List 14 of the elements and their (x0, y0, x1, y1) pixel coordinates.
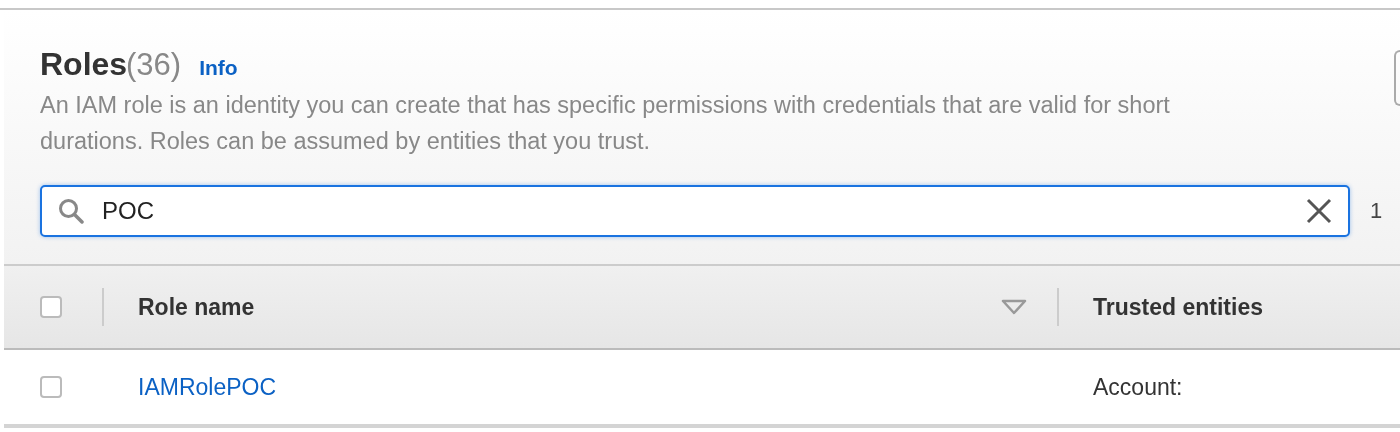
role-link[interactable]: IAMRolePOC (138, 373, 277, 401)
table-cell: Account: (1093, 373, 1183, 401)
info-link[interactable]: Info (199, 56, 238, 80)
results-count: 1 (1370, 198, 1383, 224)
description: An IAM role is an identity you can create that has specific permissions with credentials that are valid for short durations. Roles can be assumed by entities that you trust. (40, 91, 1171, 156)
checkbox[interactable] (40, 296, 62, 318)
page-title: Roles(36) (40, 46, 182, 83)
search-icon (58, 198, 84, 224)
checkbox[interactable] (40, 376, 62, 398)
column-header: Role name (138, 293, 255, 321)
close-icon[interactable] (1306, 198, 1332, 224)
search-field[interactable]: POC (40, 185, 1350, 237)
sort-icon[interactable] (1001, 299, 1027, 315)
column-header: Trusted entities (1093, 293, 1263, 321)
